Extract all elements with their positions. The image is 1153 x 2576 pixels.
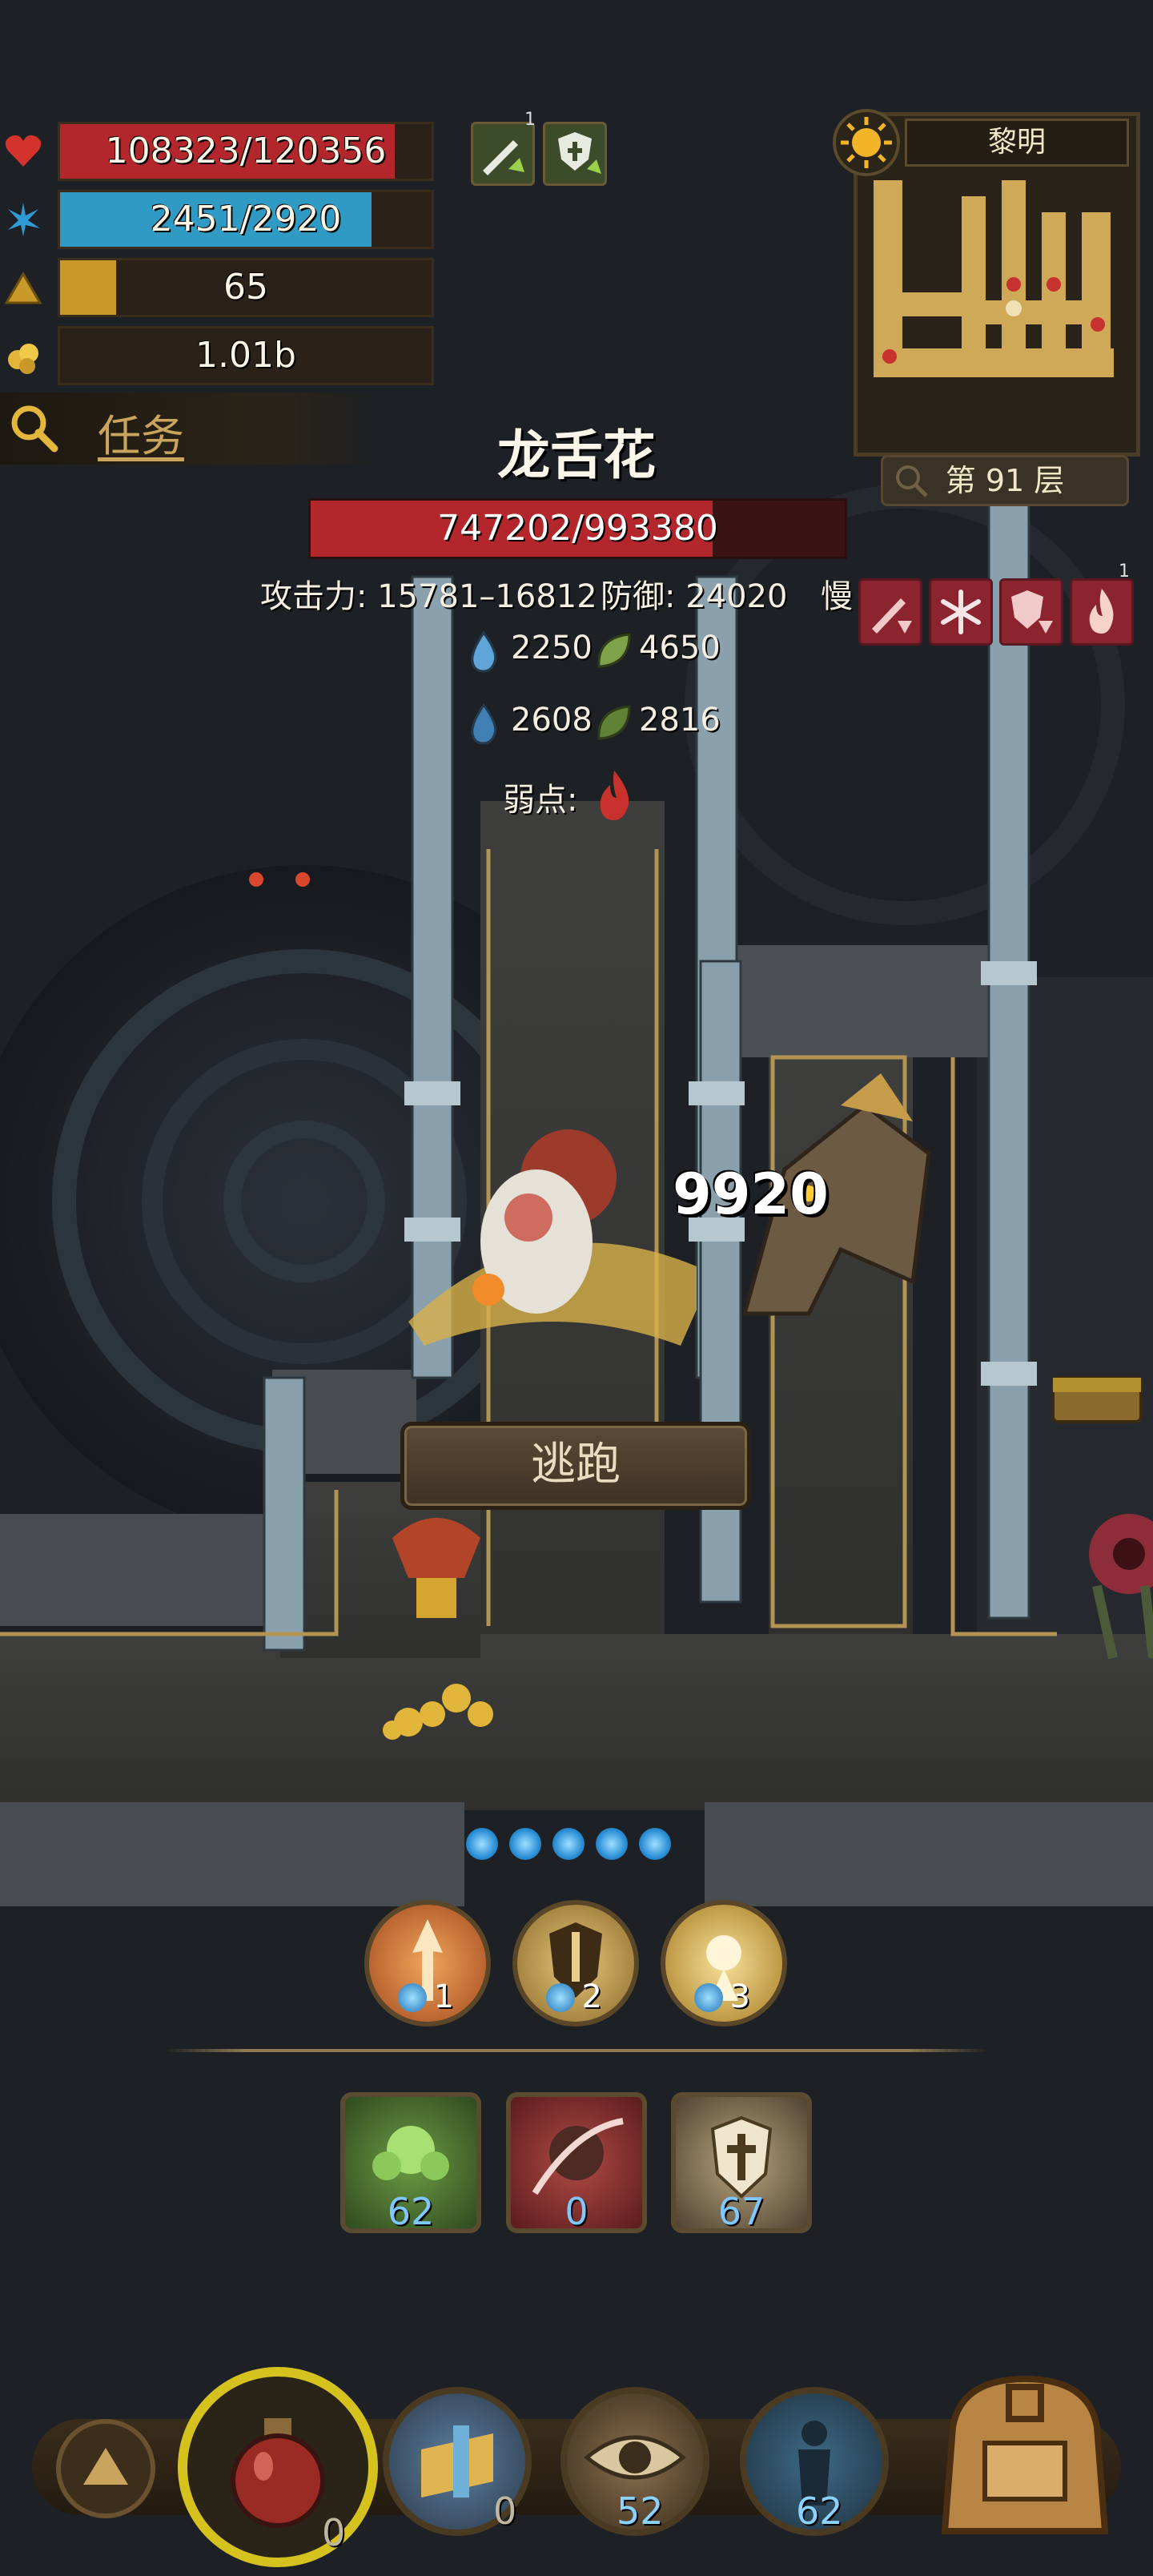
player-marker-icon [1006, 300, 1022, 316]
ability-1-value: 62 [387, 2190, 435, 2233]
level-text: 65 [223, 267, 268, 308]
time-of-day-label: 黎明 [905, 119, 1129, 167]
skill-2-button[interactable]: 2 [512, 1900, 639, 2027]
burst-icon [706, 1935, 741, 2001]
leaf-resist-icon [597, 633, 631, 668]
damage-number: 9920 [673, 1161, 829, 1227]
mana-sparkle-icon [8, 203, 40, 236]
skill-3-button[interactable]: 3 [661, 1900, 787, 2027]
ability-3-value: 67 [717, 2190, 765, 2233]
attack-down-icon [872, 598, 912, 634]
enemy-hp-bar: 747202/993380 [308, 498, 847, 559]
attack-buff-button[interactable]: 1 [471, 110, 536, 186]
level-bar: 65 [58, 258, 434, 317]
mana-orb-icon [546, 1983, 575, 2012]
water-resist-icon [471, 630, 497, 673]
potion-button[interactable]: 0 [178, 2367, 378, 2567]
shield-up-icon [558, 132, 601, 174]
player-character [408, 1129, 697, 1346]
defense-down-icon [1011, 590, 1053, 634]
expand-menu-button[interactable] [56, 2419, 155, 2518]
enemy-hp-text: 747202/993380 [437, 508, 718, 549]
ability-3-button[interactable]: 67 [671, 2092, 812, 2233]
energy-orb [509, 1828, 541, 1860]
hp-text: 108323/120356 [105, 131, 387, 171]
potion-count: 0 [322, 2511, 346, 2554]
energy-orb [639, 1828, 671, 1860]
mp-bar: 2451/2920 [58, 190, 434, 249]
enemy-name: 龙舌花 [497, 425, 656, 486]
resist-value-3: 2608 [511, 702, 593, 739]
mp-text: 2451/2920 [150, 199, 342, 239]
ability-1-button[interactable]: 62 [340, 2092, 481, 2233]
resist-value-2: 4650 [639, 630, 721, 666]
freeze-icon [941, 590, 981, 634]
sword-shield-icon [549, 1922, 602, 1998]
resist-value-1: 2250 [511, 630, 593, 666]
ability-2-value: 0 [564, 2190, 589, 2233]
gold-bar: 1.01b [58, 326, 434, 385]
attack-down-status[interactable] [858, 578, 922, 646]
triangle-up-icon [83, 2448, 128, 2485]
burn-count: 1 [1119, 561, 1130, 582]
mana-orb-icon [694, 1983, 723, 2012]
leaf-defense-icon [597, 705, 631, 740]
attack-buff-count: 1 [524, 110, 536, 130]
figure-count: 62 [796, 2489, 843, 2533]
ability-2-button[interactable]: 0 [506, 2092, 647, 2233]
water-defense-icon [471, 702, 497, 745]
enemy-attack: 攻击力: 15781–16812 [260, 578, 597, 615]
gold-text: 1.01b [195, 335, 296, 376]
hp-bar: 108323/120356 [58, 122, 434, 181]
scroll-button[interactable]: 0 [383, 2387, 532, 2536]
defense-down-status[interactable] [999, 578, 1063, 646]
heart-icon [5, 135, 42, 167]
skill-2-cost: 2 [581, 1978, 602, 2015]
resist-value-4: 2816 [639, 702, 721, 739]
treasure-chest [1051, 1376, 1143, 1423]
level-triangle-icon [4, 272, 42, 304]
skill-1-button[interactable]: 1 [364, 1900, 491, 2027]
weakness-label: 弱点: [503, 782, 578, 819]
sun-icon [833, 109, 900, 176]
defense-buff-button[interactable] [543, 122, 607, 186]
arrow-strike-icon [412, 1919, 443, 2001]
gold-coins-icon [8, 344, 38, 374]
skill-3-cost: 3 [729, 1978, 750, 2015]
eye-button[interactable]: 52 [560, 2387, 709, 2536]
energy-orb [596, 1828, 628, 1860]
energy-orb [466, 1828, 498, 1860]
plant-monster [1089, 1514, 1153, 1660]
flower-statue [392, 1518, 480, 1618]
energy-orb [552, 1828, 585, 1860]
eye-count: 52 [617, 2489, 664, 2533]
burn-status[interactable]: 1 [1070, 561, 1134, 646]
flee-button[interactable]: 逃跑 [400, 1422, 751, 1510]
backpack-icon [941, 2375, 1109, 2534]
backpack-button[interactable] [929, 2355, 1121, 2547]
skill-1-cost: 1 [433, 1978, 454, 2015]
burn-icon [1089, 589, 1114, 634]
freeze-status[interactable] [929, 578, 993, 646]
figure-button[interactable]: 62 [740, 2387, 889, 2536]
fire-weakness-icon [600, 771, 629, 820]
divider [164, 2049, 989, 2052]
enemy-speed: 慢 [821, 578, 853, 615]
enemy-defense: 防御: 24020 [601, 578, 788, 615]
scroll-count: 0 [493, 2489, 517, 2533]
mana-orb-icon [398, 1983, 427, 2012]
sword-up-icon [483, 140, 524, 175]
